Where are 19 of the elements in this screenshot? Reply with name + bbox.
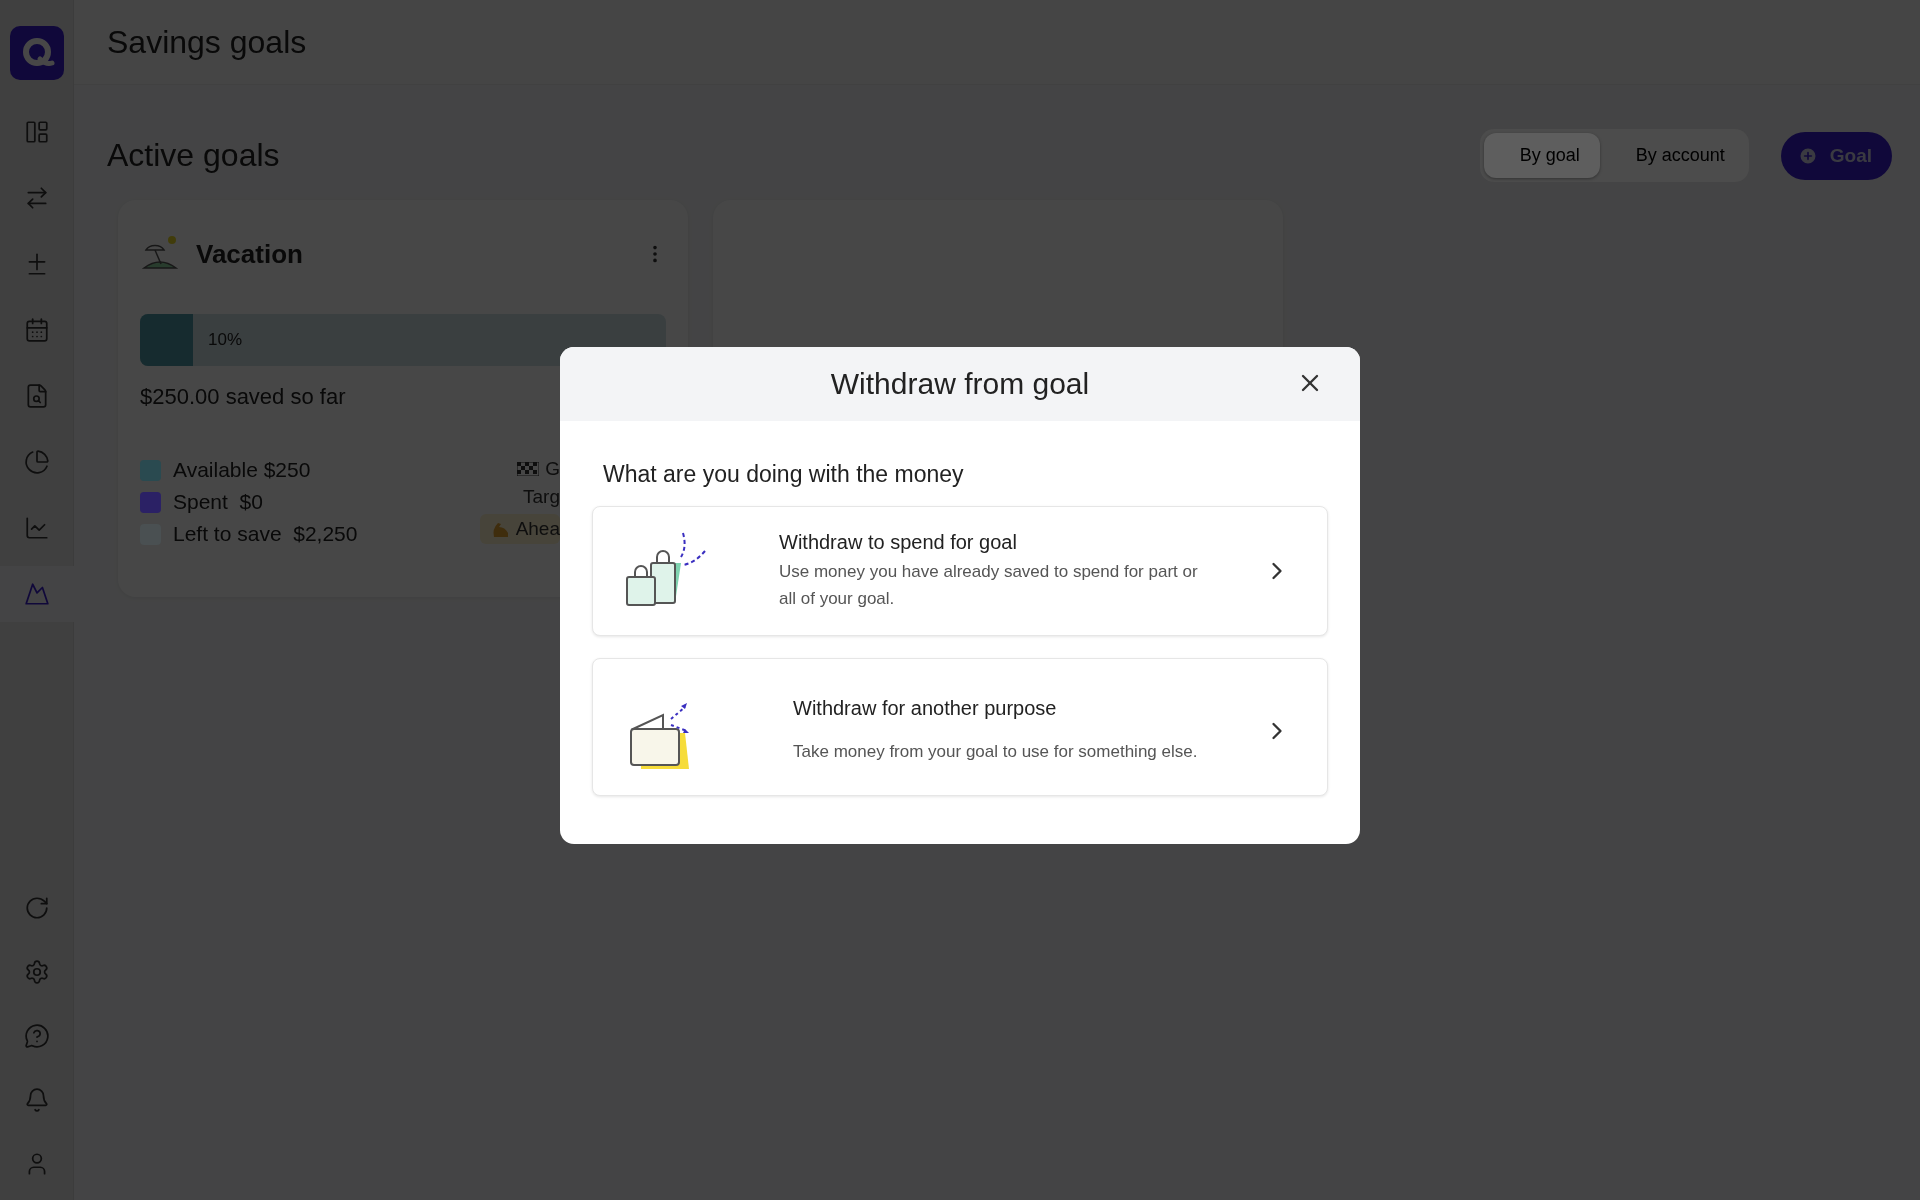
option-description: Use money you have already saved to spend for part or all of your goal. — [779, 560, 1199, 610]
page-title: Savings goals — [107, 23, 307, 61]
option-description: Take money from your goal to use for something else. — [793, 741, 1199, 763]
option-title: Withdraw for another purpose — [793, 697, 1058, 720]
goal-label: G — [545, 458, 560, 480]
target-label: Targ — [523, 486, 560, 508]
goal-name: Vacation — [196, 238, 304, 270]
saved-amount: $250.00 saved so far — [140, 384, 347, 410]
dialog-question: What are you doing with the money — [603, 461, 965, 488]
legend-label: Left to save $2,250 — [173, 522, 358, 546]
withdraw-option[interactable]: Withdraw for another purpose Take money from your goal to use for something else. — [592, 658, 1328, 796]
legend-label: Available $250 — [173, 458, 311, 482]
toggle-option[interactable]: By account — [1599, 133, 1745, 178]
dialog-title: Withdraw from goal — [830, 367, 1090, 401]
legend-label: Spent $0 — [173, 490, 263, 514]
toggle-option[interactable]: By goal — [1483, 133, 1600, 178]
withdraw-option[interactable]: Withdraw to spend for goal Use money you have already saved to spend for part or all of your goal. — [592, 506, 1328, 636]
section-title: Active goals — [107, 137, 281, 174]
option-title: Withdraw to spend for goal — [779, 530, 1018, 554]
